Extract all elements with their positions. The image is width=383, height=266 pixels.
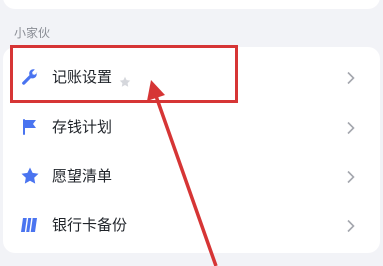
menu-item-wishlist[interactable]: 愿望清单: [3, 151, 380, 201]
previous-section-card: [3, 0, 380, 9]
section-title: 小家伙: [14, 26, 51, 40]
menu-item-label: 存钱计划: [52, 118, 113, 136]
menu-item-label: 银行卡备份: [52, 216, 128, 234]
chevron-right-icon: [346, 120, 356, 135]
flag-icon: [19, 116, 41, 138]
chevron-right-icon: [346, 218, 356, 233]
menu-item-label: 愿望清单: [52, 167, 113, 185]
card-icon: [19, 214, 41, 236]
chevron-right-icon: [346, 70, 356, 85]
menu-item-bank-card-backup[interactable]: 银行卡备份: [3, 200, 380, 250]
star-icon: [19, 165, 41, 187]
highlight-box: [10, 45, 238, 103]
chevron-right-icon: [346, 169, 356, 184]
menu-item-savings-plan[interactable]: 存钱计划: [3, 102, 380, 152]
